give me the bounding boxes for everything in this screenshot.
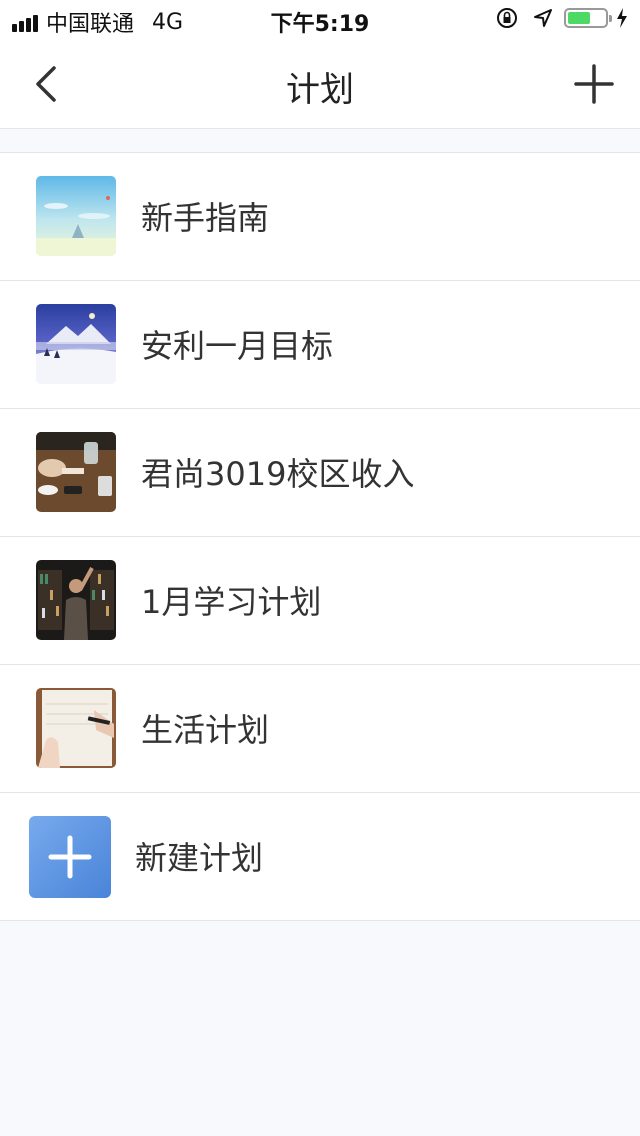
plan-list: 新手指南 安利一月目标 君尚3019校区收入 1月学习计划 生活计划 新建计划 bbox=[0, 152, 640, 921]
plan-item-label: 君尚3019校区收入 bbox=[141, 455, 415, 493]
page-title: 计划 bbox=[286, 70, 354, 110]
plan-item-label: 安利一月目标 bbox=[141, 327, 334, 365]
new-plan-row[interactable]: 新建计划 bbox=[0, 793, 640, 921]
plus-icon bbox=[48, 835, 92, 879]
snowy-mountain-night-image bbox=[36, 304, 116, 384]
plan-item-label: 新手指南 bbox=[141, 199, 270, 237]
plan-item-label: 生活计划 bbox=[141, 711, 270, 749]
status-bar: 中国联通 4G 下午5:19 bbox=[0, 0, 640, 40]
notebook-writing-image bbox=[36, 688, 116, 768]
location-arrow-icon bbox=[534, 9, 552, 27]
plan-item-beginner-guide[interactable]: 新手指南 bbox=[0, 153, 640, 281]
add-plan-tile[interactable] bbox=[29, 816, 111, 898]
library-person-image bbox=[36, 560, 116, 640]
navigation-bar: 计划 bbox=[0, 40, 640, 129]
desk-coffee-image bbox=[36, 432, 116, 512]
charging-bolt-icon bbox=[617, 8, 627, 28]
plan-item-label: 1月学习计划 bbox=[141, 583, 322, 621]
battery-icon bbox=[564, 8, 612, 28]
new-plan-label: 新建计划 bbox=[135, 839, 264, 877]
plan-item-life-plan[interactable]: 生活计划 bbox=[0, 665, 640, 793]
add-plan-icon[interactable] bbox=[574, 64, 614, 104]
plan-item-campus-revenue[interactable]: 君尚3019校区收入 bbox=[0, 409, 640, 537]
plan-item-january-goal[interactable]: 安利一月目标 bbox=[0, 281, 640, 409]
orientation-lock-icon bbox=[497, 8, 517, 28]
sky-landscape-image bbox=[36, 176, 116, 256]
plan-item-january-study[interactable]: 1月学习计划 bbox=[0, 537, 640, 665]
